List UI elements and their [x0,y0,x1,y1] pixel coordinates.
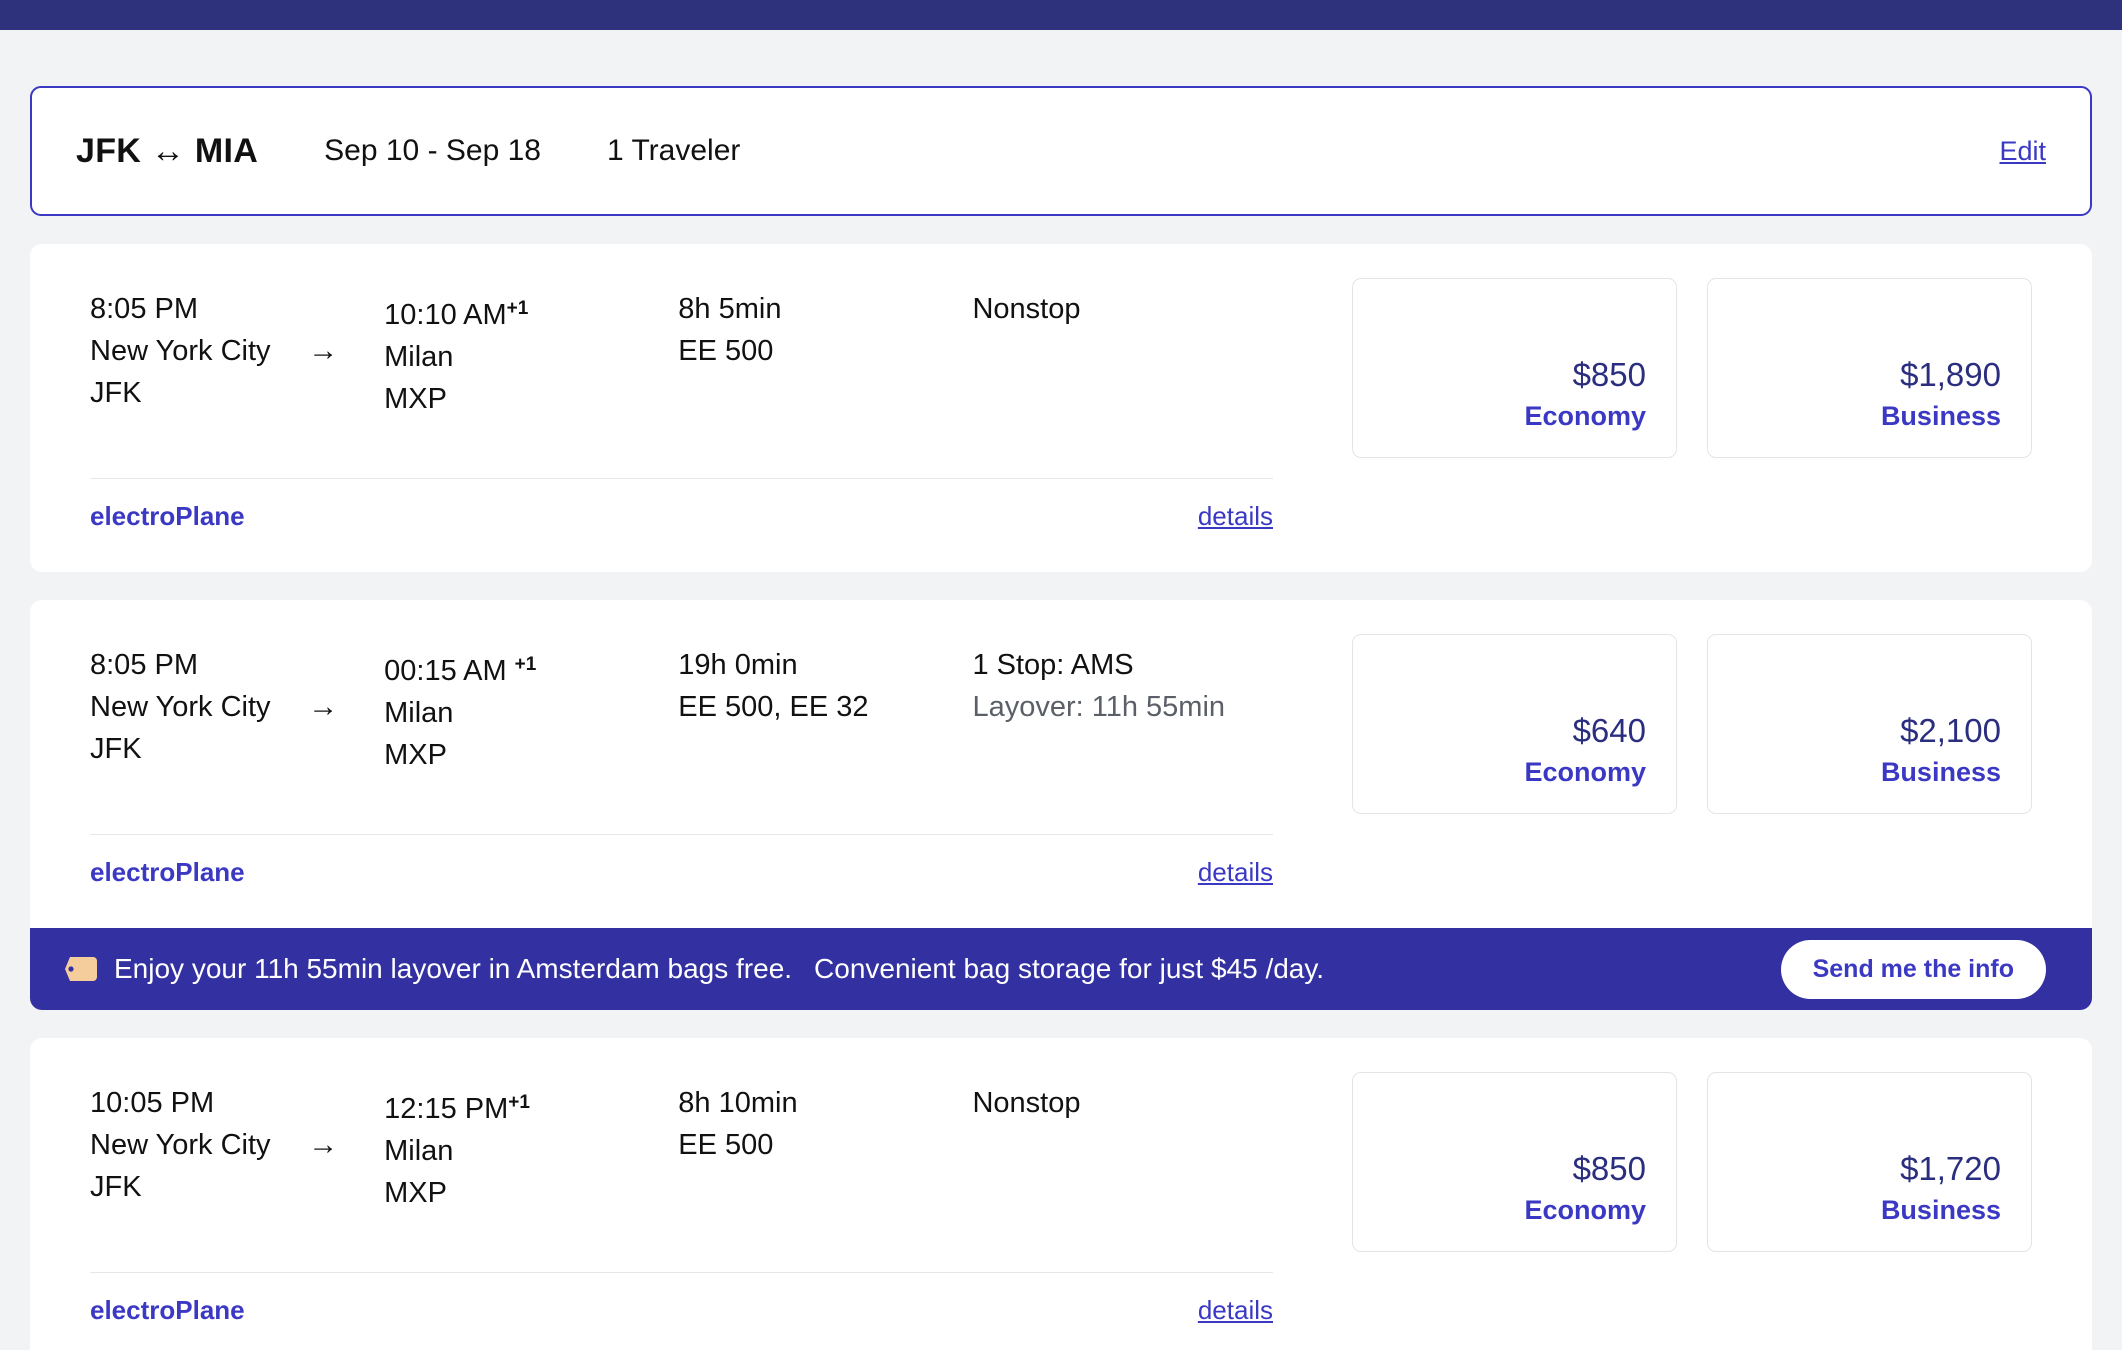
duration-column: 8h 10min EE 500 [678,1082,972,1166]
page-content: JFK ↔ MIA Sep 10 - Sep 18 1 Traveler Edi… [0,86,2122,1350]
fare-price: $1,720 [1900,1150,2001,1187]
fare-options: $850 Economy $1,890 Business [1352,278,2032,458]
stops-label: Nonstop [972,293,1081,325]
stops-column: 1 Stop: AMS Layover: 11h 55min [972,644,1352,728]
departure-column: 8:05 PM New York City JFK [90,644,308,770]
baggage-tag-icon [65,957,97,981]
departure-city: New York City [90,1129,271,1161]
flight-duration: 8h 10min [678,1087,798,1119]
departure-time: 8:05 PM [90,649,198,681]
departure-column: 8:05 PM New York City JFK [90,288,308,414]
search-summary-bar[interactable]: JFK ↔ MIA Sep 10 - Sep 18 1 Traveler Edi… [30,86,2092,216]
itinerary-row: 8:05 PM New York City JFK → 10:10 AM+1 M… [90,278,2032,458]
details-link[interactable]: details [1198,1295,1273,1326]
departure-airport-code: JFK [90,377,142,409]
fare-option-business[interactable]: $1,890 Business [1707,278,2032,458]
itinerary-row: 10:05 PM New York City JFK → 12:15 PM+1 … [90,1072,2032,1252]
arrival-airport-code: MXP [384,739,447,771]
flight-numbers: EE 500 [678,335,774,367]
fare-class-label: Economy [1524,401,1646,431]
date-range-label: Sep 10 - Sep 18 [324,134,541,167]
arrival-airport-code: MXP [384,383,447,415]
promo-text-part1: Enjoy your 11h 55min layover in Amsterda… [114,953,793,984]
fare-option-business[interactable]: $1,720 Business [1707,1072,2032,1252]
arrival-time: 00:15 AM [384,655,507,687]
fare-price: $640 [1572,712,1646,749]
airline-name: electroPlane [90,1295,245,1325]
flight-duration: 19h 0min [678,649,798,681]
fare-price: $850 [1572,356,1646,393]
departure-city: New York City [90,691,271,723]
fare-class-label: Business [1880,401,2001,431]
airline-row: electroPlane details [90,834,1273,928]
fare-price: $850 [1572,1150,1646,1187]
send-me-the-info-button[interactable]: Send me the info [1780,939,2046,999]
arrival-time-row: 12:15 PM+1 [384,1082,678,1130]
itinerary-row: 8:05 PM New York City JFK → 00:15 AM +1 M… [90,634,2032,814]
top-app-bar [0,0,2122,30]
fare-option-economy[interactable]: $640 Economy [1352,634,1677,814]
stops-column: Nonstop [972,288,1352,330]
fare-class-label: Economy [1524,757,1646,787]
arrival-day-offset: +1 [508,1092,530,1113]
departure-time: 10:05 PM [90,1087,215,1119]
departure-column: 10:05 PM New York City JFK [90,1082,308,1208]
edit-search-link[interactable]: Edit [1999,136,2046,167]
fare-options: $640 Economy $2,100 Business [1352,634,2032,814]
flight-numbers: EE 500 [678,1129,774,1161]
arrow-icon: → [308,334,339,367]
arrow-icon: → [308,1128,339,1161]
departure-airport-code: JFK [90,1171,142,1203]
duration-column: 8h 5min EE 500 [678,288,972,372]
fare-class-label: Economy [1524,1195,1646,1225]
airline-name: electroPlane [90,501,245,531]
airline-name: electroPlane [90,857,245,887]
arrival-time-row: 00:15 AM +1 [384,644,678,692]
promo-text-part2: Convenient bag storage for just $45 /day… [814,953,1325,984]
fare-option-business[interactable]: $2,100 Business [1707,634,2032,814]
arrow-icon: → [308,690,339,723]
airline-row: electroPlane details [90,1272,1273,1350]
departure-airport-code: JFK [90,733,142,765]
arrival-time: 10:10 AM [384,299,507,331]
promo-text: Enjoy your 11h 55min layover in Amsterda… [114,953,1324,985]
route-label: JFK ↔ MIA [76,131,259,170]
stops-label: Nonstop [972,1087,1081,1119]
details-link[interactable]: details [1198,857,1273,888]
flight-numbers: EE 500, EE 32 [678,691,869,723]
arrival-column: 00:15 AM +1 Milan MXP [384,644,678,776]
flight-result-card[interactable]: 8:05 PM New York City JFK → 00:15 AM +1 M… [30,600,2092,928]
arrival-airport-code: MXP [384,1177,447,1209]
departure-city: New York City [90,335,271,367]
arrival-time: 12:15 PM [384,1093,509,1125]
arrival-day-offset: +1 [514,654,537,675]
arrival-day-offset: +1 [506,298,529,319]
traveler-count-label: 1 Traveler [606,134,741,167]
stops-label: 1 Stop: AMS [972,649,1134,681]
departure-time: 8:05 PM [90,293,198,325]
fare-class-label: Business [1880,1195,2001,1225]
duration-column: 19h 0min EE 500, EE 32 [678,644,972,728]
bag-storage-promo-banner: Enjoy your 11h 55min layover in Amsterda… [30,928,2092,1010]
flight-result-card[interactable]: 10:05 PM New York City JFK → 12:15 PM+1 … [30,1038,2092,1350]
arrival-column: 12:15 PM+1 Milan MXP [384,1082,678,1214]
arrival-city: Milan [384,341,454,373]
details-link[interactable]: details [1198,501,1273,532]
arrival-column: 10:10 AM+1 Milan MXP [384,288,678,420]
flight-result-card[interactable]: 8:05 PM New York City JFK → 10:10 AM+1 M… [30,244,2092,572]
layover-label: Layover: 11h 55min [972,691,1226,723]
arrival-time-row: 10:10 AM+1 [384,288,678,336]
fare-options: $850 Economy $1,720 Business [1352,1072,2032,1252]
airline-row: electroPlane details [90,478,1273,572]
fare-price: $2,100 [1900,712,2001,749]
fare-option-economy[interactable]: $850 Economy [1352,278,1677,458]
fare-option-economy[interactable]: $850 Economy [1352,1072,1677,1252]
fare-price: $1,890 [1900,356,2001,393]
arrival-city: Milan [384,697,454,729]
arrival-city: Milan [384,1135,454,1167]
fare-class-label: Business [1880,757,2001,787]
flight-duration: 8h 5min [678,293,782,325]
stops-column: Nonstop [972,1082,1352,1124]
